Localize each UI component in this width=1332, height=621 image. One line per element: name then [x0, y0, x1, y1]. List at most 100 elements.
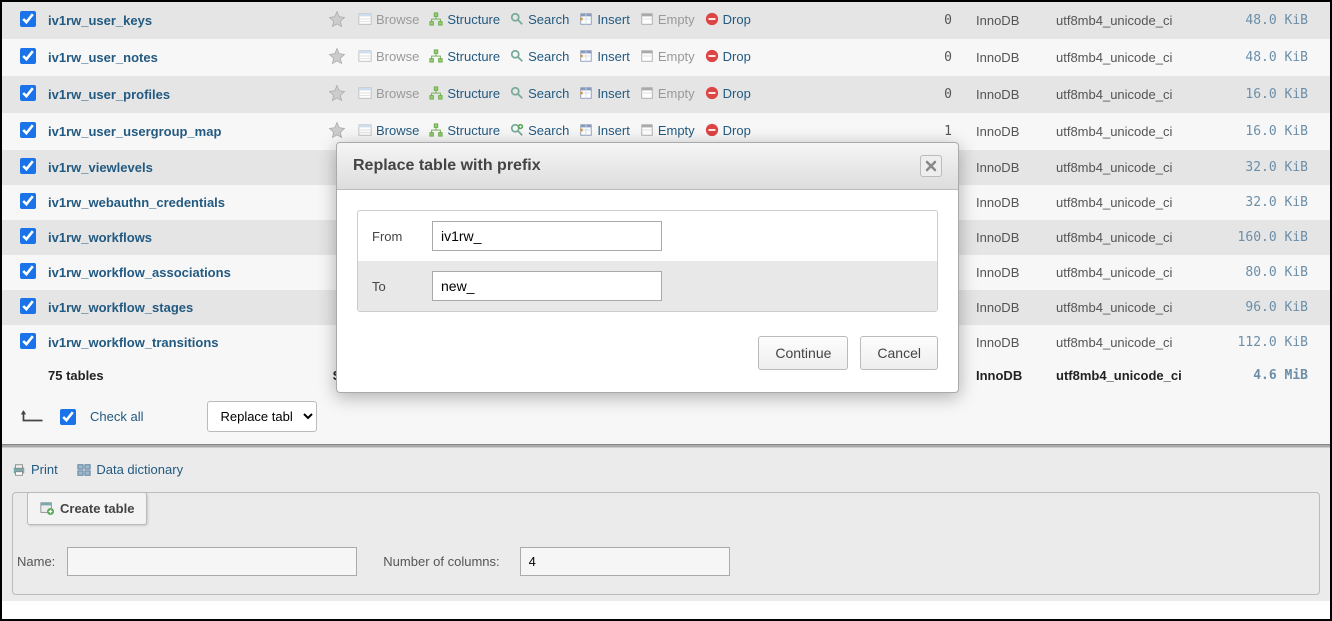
structure-icon — [429, 49, 443, 63]
print-link[interactable]: Print — [12, 462, 58, 477]
columns-label: Number of columns: — [383, 554, 499, 569]
engine: InnoDB — [970, 150, 1050, 185]
row-checkbox[interactable] — [20, 263, 36, 279]
search-action[interactable]: Search — [510, 12, 569, 27]
replace-prefix-dialog: Replace table with prefix From To Contin… — [336, 142, 959, 393]
table-name-link[interactable]: iv1rw_user_profiles — [48, 87, 170, 102]
favorite-star[interactable] — [328, 90, 346, 105]
search-icon — [510, 12, 524, 26]
empty-action[interactable]: Empty — [640, 123, 695, 138]
engine: InnoDB — [970, 255, 1050, 290]
check-all-bar: Check all Replace table — [2, 391, 1330, 444]
table-name-link[interactable]: iv1rw_user_notes — [48, 50, 158, 65]
row-checkbox[interactable] — [20, 11, 36, 27]
data-dictionary-link[interactable]: Data dictionary — [77, 462, 183, 477]
check-all-label[interactable]: Check all — [90, 409, 143, 424]
row-checkbox[interactable] — [20, 122, 36, 138]
table-name-link[interactable]: iv1rw_workflow_associations — [48, 265, 231, 280]
name-label: Name: — [17, 554, 55, 569]
data-dictionary-icon — [77, 463, 91, 477]
insert-action[interactable]: Insert — [579, 86, 630, 101]
table-row: iv1rw_user_notes Browse Structure Search… — [2, 39, 1330, 76]
table-name-link[interactable]: iv1rw_user_keys — [48, 13, 152, 28]
table-name-link[interactable]: iv1rw_viewlevels — [48, 160, 153, 175]
row-checkbox[interactable] — [20, 85, 36, 101]
data-dictionary-label: Data dictionary — [96, 462, 183, 477]
browse-action[interactable]: Browse — [358, 49, 419, 64]
continue-button[interactable]: Continue — [758, 336, 848, 370]
table-row: iv1rw_user_keys Browse Structure Search … — [2, 2, 1330, 39]
structure-action[interactable]: Structure — [429, 49, 500, 64]
table-name-link[interactable]: iv1rw_webauthn_credentials — [48, 195, 225, 210]
favorite-star[interactable] — [328, 53, 346, 68]
collation: utf8mb4_unicode_ci — [1050, 150, 1220, 185]
row-checkbox[interactable] — [20, 158, 36, 174]
table-name-link[interactable]: iv1rw_workflow_stages — [48, 300, 193, 315]
drop-icon — [705, 123, 719, 137]
with-selected-dropdown[interactable]: Replace table — [207, 401, 317, 432]
summary-collation: utf8mb4_unicode_ci — [1050, 360, 1220, 391]
collation: utf8mb4_unicode_ci — [1050, 290, 1220, 325]
structure-action[interactable]: Structure — [429, 123, 500, 138]
row-checkbox[interactable] — [20, 193, 36, 209]
cancel-button[interactable]: Cancel — [860, 336, 938, 370]
dialog-title: Replace table with prefix — [353, 157, 541, 175]
browse-action[interactable]: Browse — [358, 123, 419, 138]
empty-icon — [640, 123, 654, 137]
empty-icon — [640, 49, 654, 63]
engine: InnoDB — [970, 113, 1050, 150]
insert-action[interactable]: Insert — [579, 12, 630, 27]
table-name-input[interactable] — [67, 547, 357, 576]
search-action[interactable]: Search — [510, 86, 569, 101]
row-checkbox[interactable] — [20, 48, 36, 64]
favorite-star[interactable] — [328, 16, 346, 31]
drop-action[interactable]: Drop — [705, 12, 751, 27]
size: 48.0 KiB — [1220, 39, 1330, 76]
close-icon — [925, 160, 937, 172]
size: 16.0 KiB — [1220, 113, 1330, 150]
row-count: 0 — [842, 2, 970, 39]
row-checkbox[interactable] — [20, 228, 36, 244]
columns-input[interactable] — [520, 547, 730, 576]
insert-icon — [579, 12, 593, 26]
search-action[interactable]: Search — [510, 123, 569, 138]
structure-action[interactable]: Structure — [429, 86, 500, 101]
from-input[interactable] — [432, 221, 662, 251]
row-checkbox[interactable] — [20, 333, 36, 349]
to-input[interactable] — [432, 271, 662, 301]
size: 48.0 KiB — [1220, 2, 1330, 39]
size: 160.0 KiB — [1220, 220, 1330, 255]
create-table-legend-label: Create table — [60, 501, 134, 516]
structure-icon — [429, 12, 443, 26]
collation: utf8mb4_unicode_ci — [1050, 185, 1220, 220]
empty-action[interactable]: Empty — [640, 49, 695, 64]
browse-action[interactable]: Browse — [358, 12, 419, 27]
engine: InnoDB — [970, 290, 1050, 325]
row-checkbox[interactable] — [20, 298, 36, 314]
table-name-link[interactable]: iv1rw_workflows — [48, 230, 152, 245]
drop-action[interactable]: Drop — [705, 123, 751, 138]
structure-icon — [429, 86, 443, 100]
insert-action[interactable]: Insert — [579, 123, 630, 138]
check-all-checkbox[interactable] — [60, 409, 76, 425]
drop-action[interactable]: Drop — [705, 49, 751, 64]
engine: InnoDB — [970, 2, 1050, 39]
favorite-star[interactable] — [328, 127, 346, 142]
structure-action[interactable]: Structure — [429, 12, 500, 27]
search-action[interactable]: Search — [510, 49, 569, 64]
empty-icon — [640, 86, 654, 100]
insert-action[interactable]: Insert — [579, 49, 630, 64]
drop-icon — [705, 49, 719, 63]
table-name-link[interactable]: iv1rw_workflow_transitions — [48, 335, 219, 350]
collation: utf8mb4_unicode_ci — [1050, 325, 1220, 360]
browse-action[interactable]: Browse — [358, 86, 419, 101]
empty-action[interactable]: Empty — [640, 86, 695, 101]
drop-action[interactable]: Drop — [705, 86, 751, 101]
collation: utf8mb4_unicode_ci — [1050, 220, 1220, 255]
table-name-link[interactable]: iv1rw_user_usergroup_map — [48, 124, 221, 139]
collation: utf8mb4_unicode_ci — [1050, 113, 1220, 150]
size: 32.0 KiB — [1220, 150, 1330, 185]
dialog-close-button[interactable] — [920, 155, 942, 177]
empty-action[interactable]: Empty — [640, 12, 695, 27]
drop-icon — [705, 86, 719, 100]
